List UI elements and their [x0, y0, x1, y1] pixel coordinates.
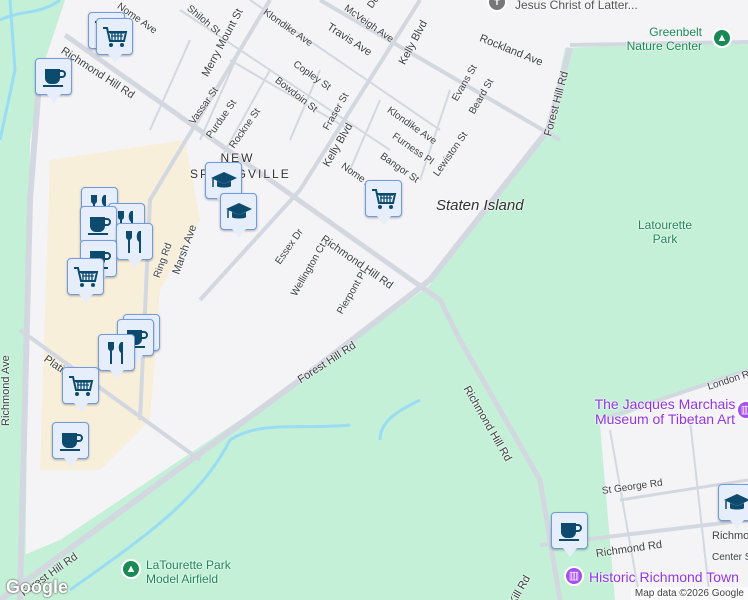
city-label: Staten Island: [436, 197, 524, 214]
map-canvas[interactable]: Richmond Hill Rd Merry Mount St Shiloh S…: [0, 0, 748, 600]
street-label: Richmond Rd: [712, 530, 748, 542]
park-label: Latourette Park: [637, 218, 693, 246]
shopping-marker[interactable]: [365, 180, 402, 225]
cutlery-icon: [121, 228, 149, 256]
cart-icon: [101, 23, 129, 51]
map-attribution[interactable]: Map data ©2026 Google: [630, 587, 748, 600]
shopping-marker[interactable]: [96, 18, 133, 63]
restaurant-marker[interactable]: [116, 223, 153, 268]
poi-label-greenbelt[interactable]: Greenbelt Nature Center: [622, 25, 702, 53]
tree-icon[interactable]: ▲: [712, 28, 732, 48]
coffee-marker[interactable]: [52, 422, 89, 467]
coffee-icon: [556, 517, 584, 545]
restaurant-marker[interactable]: [98, 334, 135, 379]
poi-label-church[interactable]: Jesus Christ of Latter...: [515, 0, 638, 12]
google-logo[interactable]: Google: [6, 577, 68, 598]
cart-icon: [72, 263, 100, 291]
cutlery-icon: [103, 339, 131, 367]
coffee-icon: [57, 427, 85, 455]
graduation-cap-icon: [723, 489, 748, 517]
graduation-cap-icon: [225, 198, 253, 226]
coffee-icon: [85, 211, 113, 239]
coffee-icon: [40, 63, 68, 91]
shopping-marker[interactable]: [67, 258, 104, 303]
shopping-marker[interactable]: [62, 367, 99, 412]
poi-label-airfield[interactable]: LaTourette Park Model Airfield: [146, 558, 256, 586]
cart-icon: [370, 185, 398, 213]
street-label: Center St: [712, 552, 748, 563]
coffee-marker[interactable]: [80, 206, 117, 251]
museum-icon[interactable]: ▥: [564, 566, 584, 586]
school-marker[interactable]: [220, 193, 257, 238]
poi-label-museum[interactable]: The Jacques Marchais Museum of Tibetan A…: [590, 397, 740, 427]
coffee-marker[interactable]: [551, 512, 588, 557]
cart-icon: [67, 372, 95, 400]
school-marker[interactable]: [718, 484, 748, 529]
tree-icon[interactable]: ▲: [121, 559, 141, 579]
poi-label-historic-richmond-town[interactable]: Historic Richmond Town: [589, 570, 739, 585]
coffee-marker[interactable]: [35, 58, 72, 103]
street-label: Richmond Ave: [0, 355, 12, 426]
graduation-cap-icon: [210, 167, 238, 195]
